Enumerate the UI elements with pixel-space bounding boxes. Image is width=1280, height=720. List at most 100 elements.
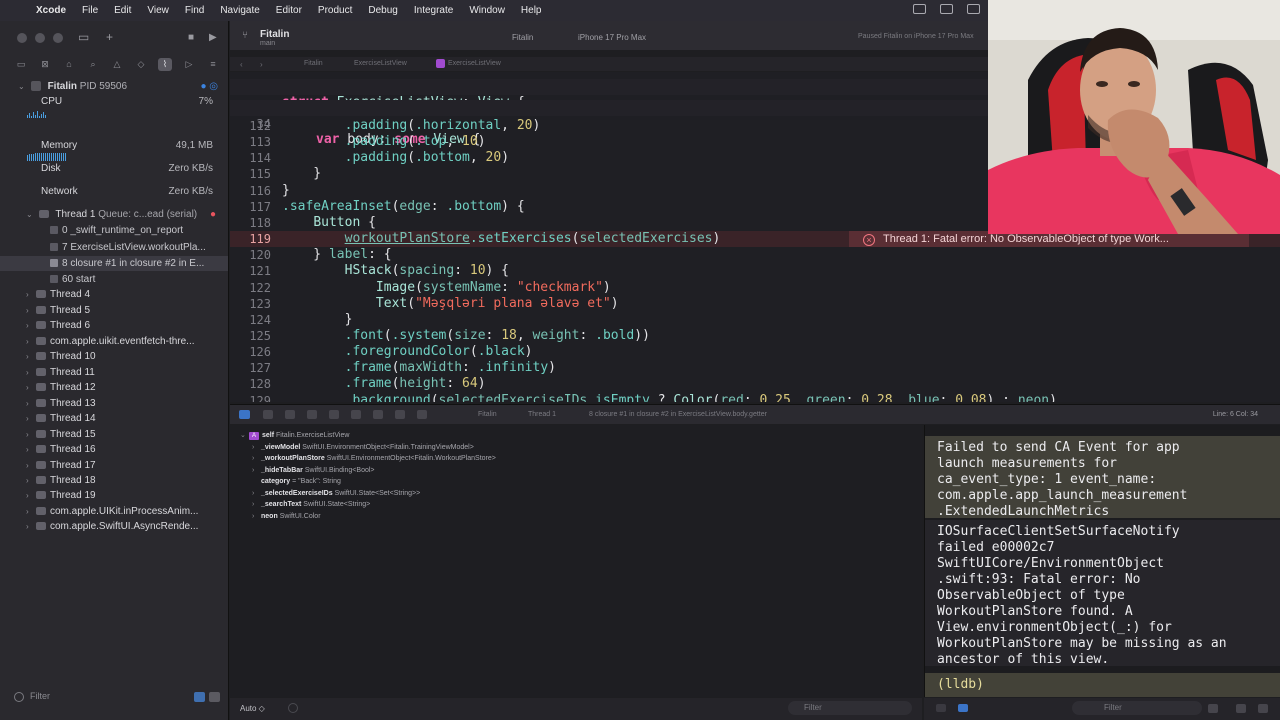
expand-icon[interactable]: › [26,427,36,442]
back-icon[interactable]: ‹ [240,60,243,69]
scheme-selector[interactable]: Fitalin [512,33,533,42]
issues-navigator-tab[interactable]: △ [110,58,124,71]
line-number[interactable]: 124 [230,312,271,328]
menu-product[interactable]: Product [318,5,352,16]
line-number[interactable]: 118 [230,215,271,231]
thread-row[interactable]: › Thread 12 [0,380,228,395]
expand-icon[interactable]: › [26,473,36,488]
expand-icon[interactable]: › [252,499,261,510]
run-icon[interactable]: ▶ [209,32,217,43]
gauge-cpu[interactable]: CPU 7% [0,94,228,109]
forward-icon[interactable]: › [260,60,263,69]
stack-frame[interactable]: 7 ExerciseListView.workoutPla... [0,240,228,255]
menu-window[interactable]: Window [469,5,505,16]
expand-icon[interactable]: › [26,488,36,503]
add-icon[interactable]: + [106,30,113,44]
step-over-icon[interactable] [285,410,295,419]
debug-crumb-thread[interactable]: Thread 1 [528,411,556,418]
variable-row[interactable]: › _workoutPlanStore SwiftUI.EnvironmentOb… [252,453,496,464]
menu-app-name[interactable]: Xcode [36,5,66,16]
line-number[interactable]: 127 [230,360,271,376]
step-into-icon[interactable] [307,410,317,419]
expand-icon[interactable]: › [26,318,36,333]
variable-row[interactable]: category = "Back": String [252,476,341,487]
expand-icon[interactable]: › [26,380,36,395]
expand-icon[interactable]: ⌄ [18,79,28,94]
variable-row[interactable]: › _searchText SwiftUI.State<String> [252,499,370,510]
menu-integrate[interactable]: Integrate [414,5,453,16]
environment-icon[interactable] [395,410,405,419]
stop-icon[interactable]: ■ [188,32,194,43]
step-out-icon[interactable] [329,410,339,419]
find-navigator-tab[interactable]: ⌕ [86,58,100,71]
line-number[interactable]: 116 [230,183,271,199]
thread-row[interactable]: › Thread 6 [0,318,228,333]
expand-icon[interactable]: › [26,411,36,426]
line-number[interactable]: 117 [230,199,271,215]
expand-icon[interactable]: › [26,349,36,364]
line-number[interactable]: 114 [230,150,271,166]
thread-row[interactable]: › Thread 11 [0,365,228,380]
gauge-disk[interactable]: Disk Zero KB/s [0,161,228,176]
navigator-filter[interactable]: Filter [14,691,220,707]
expand-icon[interactable]: › [252,511,261,522]
project-title[interactable]: Fitalin [260,29,289,40]
line-number[interactable]: 121 [230,263,271,279]
trash-icon[interactable] [936,704,946,712]
jumpbar-file[interactable]: ExerciseListView [448,60,501,67]
expand-icon[interactable]: › [252,453,261,464]
menu-help[interactable]: Help [521,5,542,16]
thread-row[interactable]: › Thread 5 [0,303,228,318]
expand-icon[interactable]: ⌄ [240,430,249,441]
line-number[interactable]: 129 [230,393,271,402]
expand-icon[interactable]: › [26,442,36,457]
menu-navigate[interactable]: Navigate [220,5,259,16]
project-navigator-tab[interactable]: ▭ [14,58,28,71]
expand-icon[interactable]: ⌄ [26,207,36,222]
tests-navigator-tab[interactable]: ◇ [134,58,148,71]
expand-icon[interactable]: › [252,488,261,499]
tray-icon[interactable] [967,4,980,14]
continue-icon[interactable] [263,410,273,419]
line-number[interactable]: 115 [230,166,271,182]
gauge-network[interactable]: Network Zero KB/s [0,184,228,199]
menu-file[interactable]: File [82,5,98,16]
variable-row[interactable]: › _selectedExerciseIDs SwiftUI.State<Set<… [252,488,420,499]
expand-icon[interactable]: › [26,303,36,318]
clear-console-icon[interactable] [1208,704,1218,713]
bookmarks-tab[interactable]: ⌂ [62,58,76,71]
menu-editor[interactable]: Editor [276,5,302,16]
tray-icon[interactable] [940,4,953,14]
debug-navigator-tab[interactable]: ⌇ [158,58,172,71]
variables-filter[interactable]: Filter [788,701,912,715]
variable-row[interactable]: › _hideTabBar SwiftUI.Binding<Bool> [252,465,375,476]
breakpoints-toggle-icon[interactable] [239,410,250,419]
expand-icon[interactable]: › [26,458,36,473]
stack-frame-selected[interactable]: 8 closure #1 in closure #2 in E... [0,256,228,271]
thread-row[interactable]: › Thread 19 [0,488,228,503]
close-window-button[interactable] [17,33,27,43]
view-hierarchy-icon[interactable] [351,410,361,419]
thread-row[interactable]: › Thread 14 [0,411,228,426]
thread-row[interactable]: › Thread 18 [0,473,228,488]
info-icon[interactable] [288,703,298,713]
scope-selector[interactable]: Auto ◇ [240,704,265,713]
line-number[interactable]: 128 [230,376,271,392]
expand-icon[interactable]: › [26,504,36,519]
line-number[interactable]: 123 [230,296,271,312]
thread-1-row[interactable]: ⌄ Thread 1 Queue: c...ead (serial) ● [0,207,228,222]
line-number[interactable]: 122 [230,280,271,296]
line-number[interactable]: 120 [230,247,271,263]
memory-graph-icon[interactable] [373,410,383,419]
jumpbar-folder[interactable]: ExerciseListView [354,60,407,67]
output-options-icon[interactable] [958,704,968,712]
sidebar-toggle-icon[interactable]: ▭ [78,30,89,44]
variable-row[interactable]: › _viewModel SwiftUI.EnvironmentObject<Fi… [252,442,474,453]
zoom-window-button[interactable] [53,33,63,43]
menu-view[interactable]: View [147,5,169,16]
thread-row[interactable]: › Thread 4 [0,287,228,302]
filter-toggle-icon[interactable] [194,692,205,702]
line-number[interactable]: 113 [230,134,271,150]
debug-crumb-frame[interactable]: 8 closure #1 in closure #2 in ExerciseLi… [589,411,767,418]
line-number[interactable]: 119 [230,231,271,247]
